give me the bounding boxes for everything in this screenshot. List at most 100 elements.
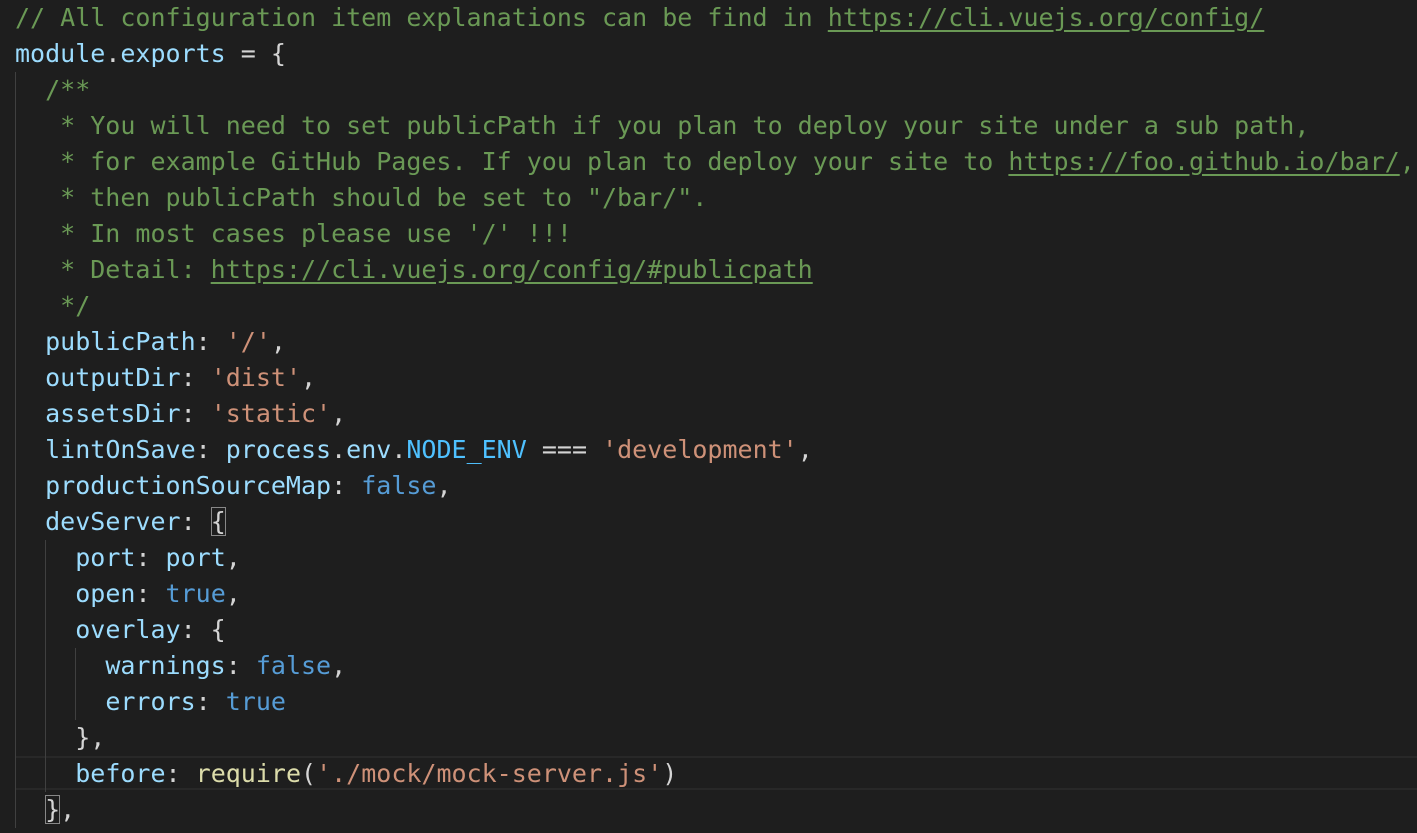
code-token: :: [195, 435, 226, 464]
code-token: .: [331, 435, 347, 464]
code-token: ,: [331, 651, 347, 680]
code-line: * In most cases please use '/' !!!: [15, 216, 572, 252]
code-line: devServer: {: [15, 504, 226, 540]
code-token: :: [225, 651, 256, 680]
code-token: true: [165, 579, 226, 608]
code-token: 'static': [210, 399, 332, 428]
code-line: port: port,: [15, 540, 241, 576]
code-token: */: [15, 291, 91, 320]
code-line: warnings: false,: [15, 648, 346, 684]
code-line: assetsDir: 'static',: [15, 396, 346, 432]
code-line: errors: true: [15, 684, 286, 720]
code-link[interactable]: https://foo.github.io/bar/: [1008, 147, 1399, 176]
code-editor[interactable]: // All configuration item explanations c…: [0, 0, 1417, 833]
code-link[interactable]: https://cli.vuejs.org/config/#publicpath: [211, 255, 813, 284]
code-token: ): [662, 759, 678, 788]
code-token: ,: [301, 363, 317, 392]
code-token: ,: [436, 471, 452, 500]
code-token: * You will need to set publicPath if you…: [15, 111, 1310, 140]
code-token: require: [195, 759, 301, 788]
code-token: .: [105, 39, 121, 68]
code-line: outputDir: 'dist',: [15, 360, 316, 396]
code-token: './mock/mock-server.js': [316, 759, 663, 788]
code-token: (: [301, 759, 317, 788]
code-line: publicPath: '/',: [15, 324, 286, 360]
code-token: {: [210, 507, 226, 536]
code-token: :: [165, 759, 196, 788]
code-token: port: [75, 543, 136, 572]
code-line: lintOnSave: process.env.NODE_ENV === 'de…: [15, 432, 813, 468]
code-token: = {: [225, 39, 286, 68]
code-line: module.exports = {: [15, 36, 286, 72]
code-token: // All configuration item explanations c…: [15, 3, 828, 32]
code-token: : {: [180, 615, 226, 644]
code-token: false: [255, 651, 332, 680]
code-link[interactable]: https://cli.vuejs.org/config/: [828, 3, 1265, 32]
code-line: open: true,: [15, 576, 241, 612]
code-line: */: [15, 288, 90, 324]
code-token: errors: [105, 687, 196, 716]
code-token: },: [15, 723, 106, 752]
code-token: module: [15, 39, 106, 68]
code-token: before: [75, 759, 166, 788]
code-token: :: [135, 543, 166, 572]
code-token: '/': [225, 327, 271, 356]
code-line: overlay: {: [15, 612, 226, 648]
code-token: * for example GitHub Pages. If you plan …: [15, 147, 1009, 176]
code-line: /**: [15, 72, 90, 108]
code-token: :: [180, 399, 211, 428]
code-token: :: [195, 327, 226, 356]
code-token: * then publicPath should be set to "/bar…: [15, 183, 708, 212]
code-token: warnings: [105, 651, 226, 680]
code-line: before: require('./mock/mock-server.js'): [15, 756, 677, 792]
code-token: :: [180, 363, 211, 392]
code-line: },: [15, 720, 105, 756]
code-token: 'dist': [210, 363, 301, 392]
code-token: open: [75, 579, 136, 608]
code-token: ,: [331, 399, 347, 428]
code-token: :: [180, 507, 211, 536]
code-token: NODE_ENV: [406, 435, 527, 464]
code-token: lintOnSave: [45, 435, 196, 464]
code-token: false: [361, 471, 437, 500]
code-line: * for example GitHub Pages. If you plan …: [15, 144, 1415, 180]
code-token: ,: [225, 543, 241, 572]
code-token: devServer: [45, 507, 181, 536]
code-token: overlay: [75, 615, 181, 644]
code-line: * then publicPath should be set to "/bar…: [15, 180, 707, 216]
code-line: },: [15, 792, 75, 828]
code-token: ===: [526, 435, 603, 464]
code-line: * You will need to set publicPath if you…: [15, 108, 1309, 144]
code-token: publicPath: [45, 327, 196, 356]
code-line: // All configuration item explanations c…: [15, 0, 1264, 36]
code-token: ,: [1399, 147, 1415, 176]
code-token: :: [195, 687, 226, 716]
code-token: port: [165, 543, 226, 572]
code-token: assetsDir: [45, 399, 181, 428]
code-token: * Detail:: [15, 255, 211, 284]
code-token: ,: [797, 435, 813, 464]
code-line: productionSourceMap: false,: [15, 468, 452, 504]
code-token: 'development': [602, 435, 798, 464]
code-token: :: [135, 579, 166, 608]
code-token: productionSourceMap: [45, 471, 332, 500]
code-line: * Detail: https://cli.vuejs.org/config/#…: [15, 252, 813, 288]
code-token: env: [346, 435, 392, 464]
code-token: ,: [270, 327, 286, 356]
code-token: true: [225, 687, 286, 716]
code-token: * In most cases please use '/' !!!: [15, 219, 572, 248]
code-token: ,: [60, 795, 76, 824]
code-token: outputDir: [45, 363, 181, 392]
